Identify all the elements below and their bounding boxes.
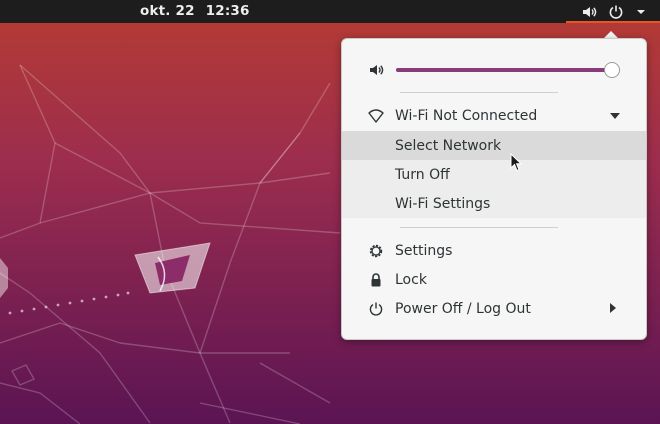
chevron-down-icon	[610, 113, 620, 119]
gear-icon	[369, 244, 383, 258]
lock-label: Lock	[395, 271, 427, 288]
settings-item[interactable]: Settings	[342, 236, 646, 265]
clock-date: okt. 22	[140, 3, 195, 19]
power-icon	[369, 302, 383, 316]
volume-slider-handle[interactable]	[604, 62, 620, 78]
wifi-menu-header[interactable]: Wi-Fi Not Connected	[342, 101, 646, 130]
wifi-settings-label: Wi-Fi Settings	[395, 195, 491, 212]
lock-item[interactable]: Lock	[342, 265, 646, 294]
wifi-icon	[368, 109, 384, 123]
speaker-icon	[370, 65, 384, 75]
volume-slider[interactable]	[396, 68, 612, 72]
power-off-logout-item[interactable]: Power Off / Log Out	[342, 294, 646, 323]
separator	[400, 227, 558, 228]
wifi-select-network[interactable]: Select Network	[342, 131, 646, 160]
power-off-logout-label: Power Off / Log Out	[395, 300, 531, 317]
chevron-right-icon	[610, 303, 616, 313]
wifi-turn-off[interactable]: Turn Off	[342, 160, 646, 189]
separator	[400, 92, 558, 93]
wifi-settings[interactable]: Wi-Fi Settings	[342, 189, 646, 218]
speaker-icon	[583, 6, 597, 17]
tray-active-indicator	[566, 21, 660, 23]
system-tray[interactable]	[566, 0, 660, 23]
chevron-down-icon	[636, 9, 645, 14]
clock-time: 12:36	[205, 3, 250, 19]
settings-label: Settings	[395, 242, 453, 259]
mouse-cursor-icon	[510, 153, 522, 172]
wifi-status-label: Wi-Fi Not Connected	[395, 107, 538, 124]
power-icon	[609, 5, 623, 19]
volume-row	[342, 56, 646, 84]
top-bar: okt. 22 12:36	[0, 0, 660, 23]
wifi-turn-off-label: Turn Off	[395, 166, 450, 183]
clock[interactable]: okt. 22 12:36	[140, 0, 256, 23]
system-menu: Wi-Fi Not Connected Select Network Turn …	[341, 38, 647, 340]
wifi-select-network-label: Select Network	[395, 137, 502, 154]
lock-icon	[371, 273, 381, 287]
volume-slider-fill	[396, 68, 612, 72]
